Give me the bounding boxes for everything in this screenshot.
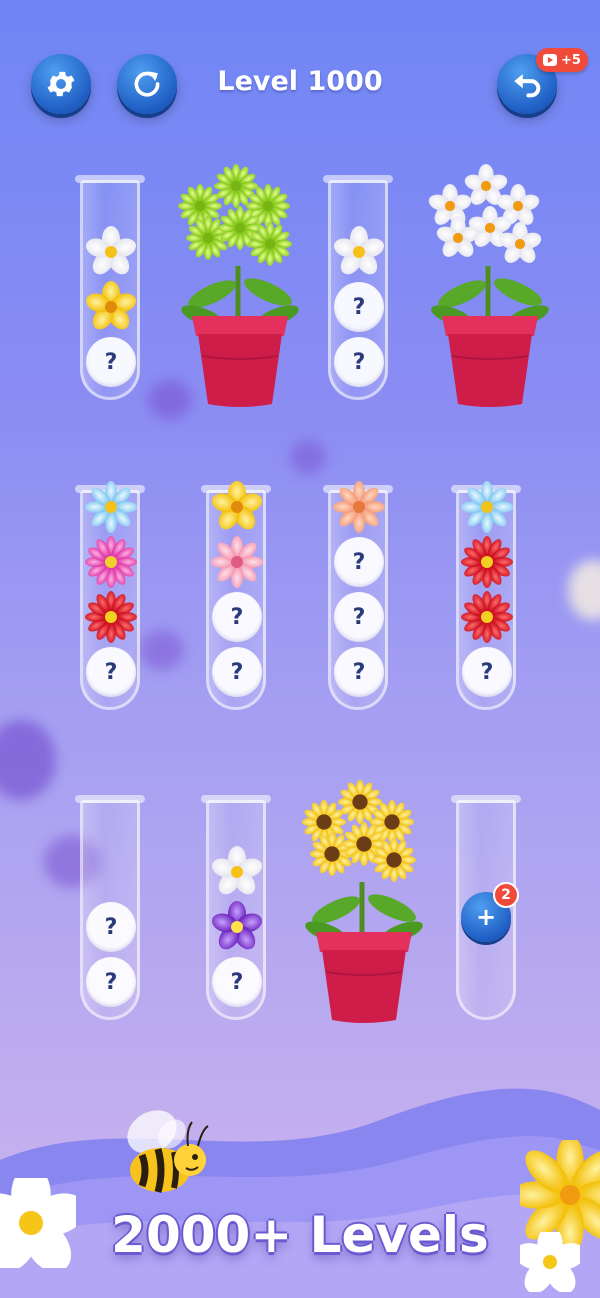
question-mark-icon: ? bbox=[212, 957, 262, 1007]
hidden-slot: ? bbox=[333, 591, 385, 643]
hidden-slot: ? bbox=[211, 591, 263, 643]
hidden-slot: ? bbox=[333, 536, 385, 588]
hidden-slot: ? bbox=[85, 901, 137, 953]
question-mark-icon: ? bbox=[86, 902, 136, 952]
hidden-slot: ? bbox=[211, 956, 263, 1008]
question-mark-icon: ? bbox=[462, 647, 512, 697]
question-mark-icon: ? bbox=[86, 337, 136, 387]
flower-slot bbox=[85, 591, 137, 643]
flower-slot bbox=[209, 481, 265, 534]
white-daisy-icon bbox=[331, 226, 387, 279]
completed-pot-green[interactable] bbox=[178, 164, 302, 411]
flower-slot bbox=[85, 481, 137, 533]
question-mark-icon: ? bbox=[334, 337, 384, 387]
white-daisy-icon bbox=[83, 226, 139, 279]
background-blossom bbox=[290, 440, 326, 474]
hidden-slot: ? bbox=[85, 336, 137, 388]
flower-slot bbox=[461, 536, 513, 588]
purple-pansy-icon bbox=[209, 901, 265, 954]
white-narcissus-icon bbox=[498, 222, 542, 266]
tube-r2-c4[interactable]: ? bbox=[451, 481, 521, 710]
tube-r3-c1[interactable]: ?? bbox=[75, 795, 145, 1020]
flower-slot bbox=[83, 281, 139, 334]
red-flower-icon bbox=[461, 536, 513, 588]
add-tube-count: 2 bbox=[493, 882, 519, 908]
hidden-slot: ? bbox=[333, 646, 385, 698]
question-mark-icon: ? bbox=[334, 592, 384, 642]
red-flower-icon bbox=[85, 591, 137, 643]
plus-icon: + bbox=[475, 903, 497, 931]
restart-button[interactable] bbox=[117, 54, 177, 114]
peach-flower-icon bbox=[333, 481, 385, 533]
gear-icon bbox=[47, 71, 75, 97]
question-mark-icon: ? bbox=[86, 957, 136, 1007]
blue-flower-icon bbox=[85, 481, 137, 533]
background-blossom bbox=[0, 720, 56, 800]
white-daisy-icon bbox=[209, 846, 265, 899]
flower-slot bbox=[209, 846, 265, 899]
flower-slot bbox=[209, 901, 265, 954]
blue-flower-icon bbox=[461, 481, 513, 533]
undo-ad-badge[interactable]: +5 bbox=[536, 48, 588, 72]
add-tube-button[interactable]: + 2 bbox=[461, 882, 519, 942]
question-mark-icon: ? bbox=[86, 647, 136, 697]
undo-badge-text: +5 bbox=[561, 52, 581, 68]
bee-icon bbox=[127, 1110, 209, 1193]
background-blossom bbox=[568, 560, 600, 620]
tube-r3-c2[interactable]: ? bbox=[201, 795, 271, 1020]
yellow-flower-icon bbox=[209, 481, 265, 534]
level-title: Level 1000 bbox=[217, 66, 383, 97]
settings-button[interactable] bbox=[31, 54, 91, 114]
sunflower-icon bbox=[372, 838, 416, 882]
green-flower-icon bbox=[248, 222, 292, 266]
hidden-slot: ? bbox=[461, 646, 513, 698]
flower-slot bbox=[211, 536, 263, 588]
question-mark-icon: ? bbox=[212, 647, 262, 697]
red-flower-icon bbox=[461, 591, 513, 643]
tube-r2-c2[interactable]: ?? bbox=[201, 481, 271, 710]
video-play-icon bbox=[543, 54, 557, 66]
question-mark-icon: ? bbox=[212, 592, 262, 642]
flower-slot bbox=[331, 226, 387, 279]
background-blossom bbox=[140, 630, 184, 670]
hidden-slot: ? bbox=[333, 281, 385, 333]
tube-r1-c3[interactable]: ?? bbox=[323, 175, 393, 400]
levels-promo-text: 2000+ Levels bbox=[111, 1206, 489, 1264]
hills-decoration bbox=[0, 1088, 600, 1298]
flower-slot bbox=[83, 226, 139, 279]
hidden-slot: ? bbox=[85, 956, 137, 1008]
flower-slot bbox=[461, 591, 513, 643]
completed-pot-white[interactable] bbox=[428, 164, 552, 411]
tube-r2-c1[interactable]: ? bbox=[75, 481, 145, 710]
tube-r2-c3[interactable]: ??? bbox=[323, 481, 393, 710]
hidden-slot: ? bbox=[333, 336, 385, 388]
flower-slot bbox=[333, 481, 385, 533]
question-mark-icon: ? bbox=[334, 537, 384, 587]
yellow-flower-icon bbox=[83, 281, 139, 334]
question-mark-icon: ? bbox=[334, 282, 384, 332]
question-mark-icon: ? bbox=[334, 647, 384, 697]
undo-icon bbox=[514, 74, 541, 98]
flower-slot bbox=[85, 536, 137, 588]
light-pink-flower-icon bbox=[211, 536, 263, 588]
flower-slot bbox=[461, 481, 513, 533]
hidden-slot: ? bbox=[211, 646, 263, 698]
completed-pot-sunflower[interactable] bbox=[302, 780, 426, 1027]
restart-icon bbox=[134, 71, 160, 97]
hidden-slot: ? bbox=[85, 646, 137, 698]
pink-flower-icon bbox=[85, 536, 137, 588]
tube-r1-c1[interactable]: ? bbox=[75, 175, 145, 400]
